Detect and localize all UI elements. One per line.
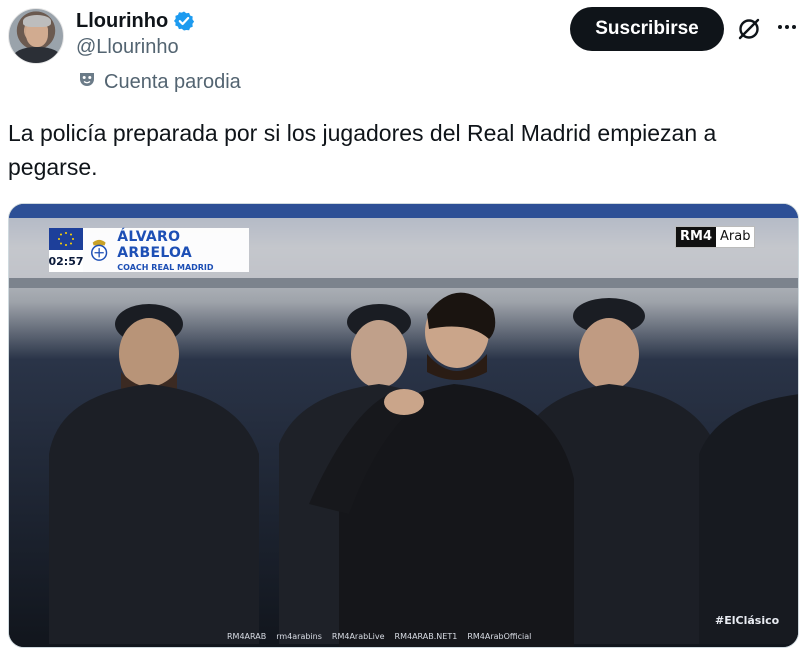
social-facebook: RM4ARAB.NET1 — [394, 632, 458, 641]
verified-badge-icon[interactable] — [173, 10, 195, 32]
parody-mask-icon — [78, 70, 96, 94]
social-telegram: RM4ArabOfficial — [467, 632, 532, 641]
broadcaster-logo: RM4 Arab — [675, 226, 756, 248]
parody-label: Cuenta parodia — [78, 70, 241, 94]
social-instagram: rm4arabins — [276, 632, 322, 641]
broadcast-lower-third: 02:57 ÁLVARO ARBELOA COACH REAL MADRID — [49, 228, 249, 272]
match-clock: 02:57 — [49, 250, 84, 272]
display-name[interactable]: Llourinho — [76, 10, 168, 33]
eu-flag-icon — [49, 228, 83, 250]
tweet-text: La policía preparada por si los jugadore… — [8, 120, 717, 180]
author-handle[interactable]: @Llourinho — [76, 36, 179, 59]
broadcast-social-handles: RM4ARAB rm4arabins RM4ArabLive RM4ARAB.N… — [227, 632, 531, 641]
parody-label-text: Cuenta parodia — [104, 70, 241, 93]
more-dot — [785, 25, 789, 29]
coach-name: ÁLVARO ARBELOA — [117, 228, 193, 261]
real-madrid-crest-icon — [91, 239, 108, 261]
lower-third-name-plate: ÁLVARO ARBELOA COACH REAL MADRID — [83, 228, 249, 272]
social-snapchat: RM4ArabLive — [331, 632, 385, 641]
officer-far-right — [699, 394, 798, 644]
subscribe-button[interactable]: Suscribirse — [570, 7, 724, 51]
lower-third-left: 02:57 — [49, 228, 84, 272]
broadcaster-logo-secondary: Arab — [716, 227, 755, 247]
grok-slash-icon[interactable] — [736, 16, 762, 42]
avatar[interactable] — [8, 8, 64, 64]
more-dot — [792, 25, 796, 29]
more-dot — [778, 25, 782, 29]
avatar-coat — [13, 47, 61, 63]
more-horizontal-icon[interactable] — [774, 14, 800, 40]
social-x: RM4ARAB — [227, 632, 267, 641]
tweet-media-image[interactable]: 02:57 ÁLVARO ARBELOA COACH REAL MADRID R… — [8, 203, 799, 648]
coach-role: COACH REAL MADRID — [117, 262, 214, 272]
broadcaster-logo-primary: RM4 — [676, 227, 716, 247]
avatar-hair — [23, 15, 51, 27]
lower-third-text: ÁLVARO ARBELOA COACH REAL MADRID — [117, 229, 249, 272]
broadcast-hashtag: #ElClásico — [715, 614, 780, 627]
author-name-row: Llourinho — [76, 8, 195, 34]
